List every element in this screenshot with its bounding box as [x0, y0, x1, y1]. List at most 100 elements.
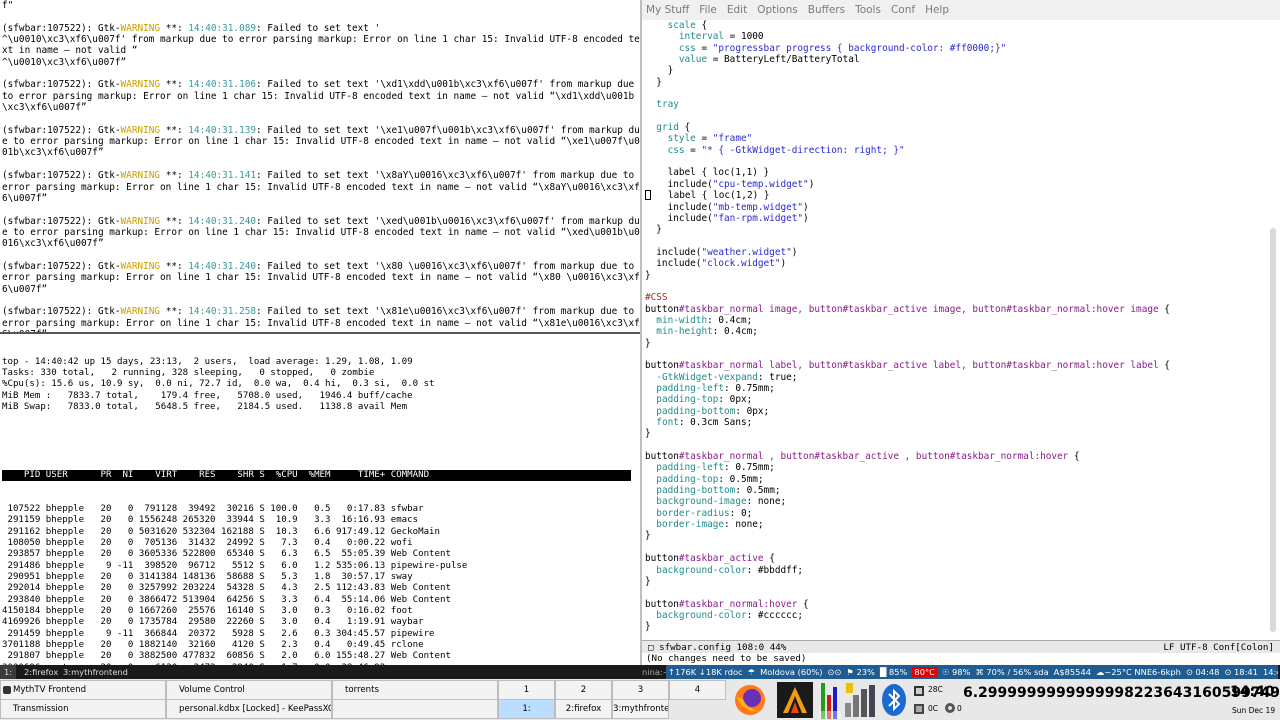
process-row[interactable]: 108050 bhepple 20 0 705136 31432 24992 S… — [2, 538, 640, 549]
workspace-3-mythfrontend[interactable]: 3:mythfrontend — [63, 665, 128, 679]
code-line: scale { interval = 1000 css = "progressb… — [645, 20, 1170, 633]
status-block: ⊙⊙ — [827, 667, 842, 677]
top-output[interactable]: top - 14:40:42 up 15 days, 23:13, 2 user… — [0, 334, 640, 665]
menu-tools[interactable]: Tools — [855, 4, 881, 16]
emacs-scrollbar[interactable] — [1270, 228, 1276, 632]
pager-4[interactable]: 4 — [669, 680, 726, 700]
top-summary-line: MiB Mem : 7833.7 total, 179.4 free, 5708… — [2, 390, 413, 401]
pager-workspace-firefox[interactable]: 2:firefox — [555, 699, 612, 719]
top-column-header: PID USER PR NI VIRT RES SHR S %CPU %MEM … — [2, 469, 631, 482]
swaybar: 1: 2:firefox 3:mythfrontend nina:~ ↑176K… — [0, 665, 1280, 679]
task-volume-control[interactable]: Volume Control — [166, 680, 332, 700]
battery-bars-icon — [845, 683, 875, 717]
task-empty[interactable] — [332, 699, 498, 719]
terminal-line: (sfwbar:107522): Gtk-WARNING **: 14:40:3… — [2, 215, 640, 250]
top-summary-line: top - 14:40:42 up 15 days, 23:13, 2 user… — [2, 356, 413, 367]
status-block: Moldova (60%) — [760, 667, 823, 677]
task-label: MythTV Frontend — [13, 685, 87, 695]
modeline-buffer-info: □ sfwbar.config 108:0 44% — [648, 641, 787, 653]
pane-divider-vertical — [640, 0, 642, 665]
emacs-modeline: □ sfwbar.config 108:0 44% LF UTF-8 Conf[… — [642, 640, 1280, 653]
process-row[interactable]: 4150184 bhepple 20 0 1667260 25576 16140… — [2, 606, 640, 617]
fan-icon — [945, 703, 955, 713]
modeline-mode-info: LF UTF-8 Conf[Colon] — [1163, 641, 1274, 653]
status-block: █ 85% — [879, 667, 908, 677]
process-row[interactable]: 292014 bhepple 20 0 3257992 203224 54328… — [2, 583, 640, 594]
pager-workspace-1[interactable]: 1: — [498, 699, 555, 719]
alacritty-terminal-icon[interactable] — [777, 682, 813, 718]
cpu-temp-value: 28C — [928, 685, 943, 694]
status-block: ↑176K ↓18K rdoc — [668, 667, 743, 677]
status-block: 80°C — [912, 667, 937, 677]
status-blocks: ↑176K ↓18K rdoc ☂ Moldova (60%) ⊙⊙ ⚑ 23% █ 85… — [666, 665, 1278, 679]
top-summary-line: MiB Swap: 7833.0 total, 5648.5 free, 218… — [2, 402, 408, 413]
process-row[interactable]: 293840 bhepple 20 0 3866472 513904 64256… — [2, 595, 640, 606]
pager-3[interactable]: 3 — [612, 680, 669, 700]
mb-temp-value: 0C — [928, 704, 939, 713]
task-torrents[interactable]: torrents — [332, 680, 498, 700]
status-block: ☉ 98% — [941, 667, 971, 677]
process-row[interactable]: 291162 bhepple 20 0 5031620 532304 16218… — [2, 527, 640, 538]
status-block: ☁~25°C NNE6-6kph — [1096, 667, 1181, 677]
terminal-line: f" — [2, 0, 14, 11]
terminal-line: (sfwbar:107522): Gtk-WARNING **: 14:40:3… — [2, 170, 640, 204]
process-row[interactable]: 291159 bhepple 20 0 1556248 265320 33944… — [2, 515, 640, 526]
process-row[interactable]: 3701188 bhepple 20 0 1882140 32160 4120 … — [2, 640, 640, 651]
emacs-buffer[interactable]: scale { interval = 1000 css = "progressb… — [645, 20, 1267, 638]
terminal-line: (sfwbar:107522): Gtk-WARNING **: 14:40:3… — [2, 22, 640, 68]
workspace-2-firefox[interactable]: 2:firefox — [24, 665, 58, 679]
menu-edit[interactable]: Edit — [727, 4, 747, 16]
status-block: ⊙ 18:41 — [1224, 667, 1258, 677]
menu-help[interactable]: Help — [925, 4, 949, 16]
top-summary-line: %Cpu(s): 15.6 us, 10.9 sy, 0.0 ni, 72.7 … — [2, 379, 435, 390]
cpu-load-graph-icon — [819, 683, 841, 719]
cpu-temp-icon — [914, 686, 924, 696]
status-block: ☂ — [747, 667, 756, 677]
status-block: A$85544 — [1053, 667, 1092, 677]
task-mythtv-frontend[interactable]: MythTV Frontend — [0, 680, 166, 700]
terminal-line: (sfwbar:107522): Gtk-WARNING **: 14:40:3… — [2, 79, 640, 114]
pager-workspace-mythfrontend[interactable]: 3:mythfrontend — [612, 699, 669, 719]
terminal-line: (sfwbar:107522): Gtk-WARNING **: 14:40:3… — [2, 124, 640, 159]
process-row[interactable]: 291459 bhepple 9 -11 366844 20372 5928 S… — [2, 629, 640, 640]
process-row[interactable]: 291807 bhepple 20 0 3882500 477832 60856… — [2, 651, 640, 662]
top-summary: top - 14:40:42 up 15 days, 23:13, 2 user… — [2, 357, 640, 414]
terminal-line: (sfwbar:107522): Gtk-WARNING **: 14:40:3… — [2, 306, 640, 332]
firefox-icon[interactable] — [733, 683, 767, 717]
menu-buffers[interactable]: Buffers — [808, 4, 845, 16]
pager-1[interactable]: 1 — [498, 680, 555, 700]
bluetooth-icon[interactable] — [881, 683, 907, 717]
menu-conf[interactable]: Conf — [891, 4, 915, 16]
emacs-menubar: My Stuff File Edit Options Buffers Tools Conf H… — [642, 0, 1280, 20]
pager-2[interactable]: 2 — [555, 680, 612, 700]
fan-rpm-value: 0 — [957, 704, 962, 713]
process-row[interactable]: 293857 bhepple 20 0 3605336 522800 65340… — [2, 549, 640, 560]
terminal-output[interactable]: f" (sfwbar:107522): Gtk-WARNING **: 14:4… — [0, 0, 640, 332]
clock-date: Sun Dec 19 — [1232, 706, 1276, 715]
status-block: ⊙ 04:48 — [1185, 667, 1220, 677]
clock-time: 14:40 — [1230, 684, 1275, 700]
process-row[interactable]: 290951 bhepple 20 0 3141384 148136 58688… — [2, 572, 640, 583]
menu-my-stuff[interactable]: My Stuff — [646, 4, 689, 16]
mythtv-icon — [3, 686, 11, 694]
menu-file[interactable]: File — [699, 4, 717, 16]
top-summary-line: Tasks: 330 total, 2 running, 328 sleepin… — [2, 368, 375, 379]
task-keepassxc[interactable]: personal.kdbx [Locked] - KeePassXC — [166, 699, 332, 719]
process-row[interactable]: 4169926 bhepple 20 0 1735784 29580 22260… — [2, 617, 640, 628]
menu-options[interactable]: Options — [757, 4, 798, 16]
process-row[interactable]: 107522 bhepple 20 0 791128 39492 30216 S… — [2, 504, 640, 515]
status-block: 14:40:45 Sun 19 — [1262, 667, 1278, 677]
process-row[interactable]: 291486 bhepple 9 -11 398520 96712 5512 S… — [2, 561, 640, 572]
emacs-minibuffer[interactable]: (No changes need to be saved) — [646, 653, 1276, 665]
status-block: ⚑ 23% — [846, 667, 875, 677]
task-transmission[interactable]: Transmission — [0, 699, 166, 719]
status-block: ⌘ 70% / 56% sda — [975, 667, 1049, 677]
workspace-1[interactable]: 1: — [0, 665, 17, 679]
